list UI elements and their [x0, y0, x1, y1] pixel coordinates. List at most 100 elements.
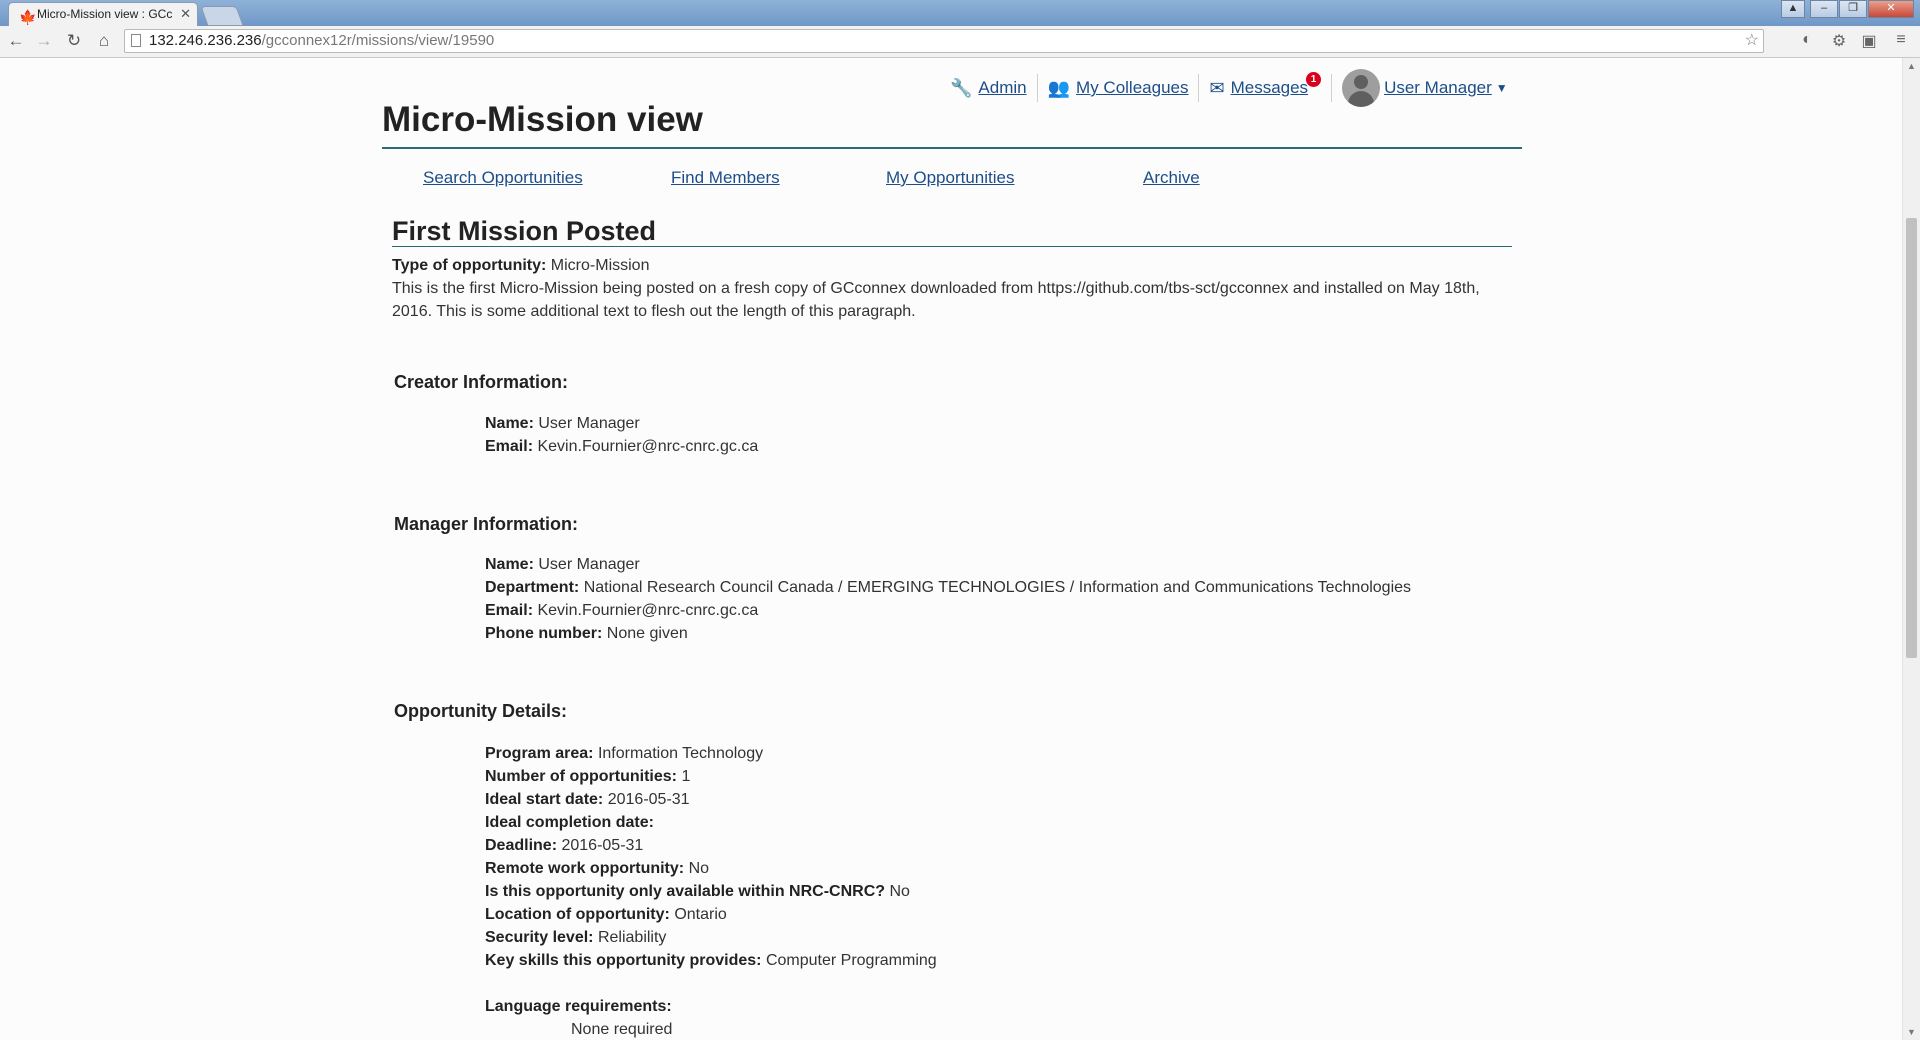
field-label: Program area:	[485, 745, 594, 762]
minimize-button[interactable]: –	[1810, 0, 1838, 18]
page-scrollbar[interactable]: ▲ ▼	[1902, 58, 1920, 1040]
creator-heading: Creator Information:	[394, 372, 569, 392]
manager-fields: Name: User Manager Department: National …	[485, 553, 1411, 645]
close-window-button[interactable]: ✕	[1868, 0, 1914, 18]
field-row: Location of opportunity: Ontario	[485, 903, 937, 926]
field-value: Kevin.Fournier@nrc-cnrc.gc.ca	[537, 602, 759, 619]
address-bar[interactable]: 132.246.236.236/gcconnex12r/missions/vie…	[124, 29, 1764, 53]
browser-toolbar: ← → ↻ ⌂ 132.246.236.236/gcconnex12r/miss…	[0, 26, 1920, 58]
avatar[interactable]	[1342, 69, 1381, 107]
browser-tab-active[interactable]: 🍁 Micro-Mission view : GCc ✕	[8, 2, 198, 26]
back-arrow-icon[interactable]: ←	[4, 30, 28, 52]
page-viewport: 🔧 Admin 👥 My Colleagues ✉ Messages 1 Use…	[0, 58, 1902, 1040]
user-name-label[interactable]: User Manager	[1384, 78, 1492, 98]
field-label: Name:	[485, 556, 534, 573]
field-label: Department:	[485, 579, 580, 596]
subnav-my-opportunities[interactable]: My Opportunities	[886, 168, 1015, 188]
scroll-thumb[interactable]	[1906, 218, 1917, 658]
type-label: Type of opportunity:	[392, 257, 547, 274]
manager-heading: Manager Information:	[394, 514, 579, 534]
field-label: Security level:	[485, 929, 594, 946]
field-row: Email: Kevin.Fournier@nrc-cnrc.gc.ca	[485, 435, 758, 458]
field-value: 2016-05-31	[561, 837, 644, 854]
bookmark-star-icon[interactable]: ☆	[1745, 30, 1759, 52]
admin-link[interactable]: 🔧 Admin	[940, 74, 1037, 102]
mission-divider	[392, 246, 1512, 247]
field-label: Ideal completion date:	[485, 814, 654, 831]
field-label: Deadline:	[485, 837, 558, 854]
field-value: User Manager	[538, 415, 640, 432]
maple-leaf-icon: 🍁	[19, 9, 37, 25]
colleagues-link[interactable]: 👥 My Colleagues	[1036, 74, 1199, 102]
field-row: Department: National Research Council Ca…	[485, 576, 1411, 599]
messages-label[interactable]: Messages	[1231, 78, 1308, 98]
forward-arrow-icon[interactable]: →	[32, 30, 56, 52]
caret-down-icon[interactable]: ▼	[1496, 81, 1508, 95]
field-value: None given	[606, 625, 688, 642]
extension-icon[interactable]: ◐	[1796, 31, 1818, 49]
users-icon: 👥	[1047, 77, 1071, 98]
field-row: Name: User Manager	[485, 553, 1411, 576]
field-label: Key skills this opportunity provides:	[485, 952, 762, 969]
messages-link[interactable]: ✉ Messages 1	[1198, 71, 1331, 102]
scroll-up-arrow-icon[interactable]: ▲	[1903, 58, 1920, 74]
field-label: Email:	[485, 602, 534, 619]
url-path: /gcconnex12r/missions/view/19590	[261, 32, 495, 49]
browser-titlebar: 🍁 Micro-Mission view : GCc ✕ ▲ – ❐ ✕	[0, 0, 1920, 26]
extension-square-icon[interactable]: ▣	[1858, 31, 1880, 51]
new-tab-button[interactable]	[200, 6, 244, 26]
window-controls: ▲ – ❐ ✕	[1780, 0, 1914, 18]
user-menu[interactable]: User Manager ▼	[1331, 69, 1518, 107]
field-value: 1	[681, 768, 691, 785]
field-row: Deadline: 2016-05-31	[485, 834, 937, 857]
field-value: Ontario	[674, 906, 727, 923]
field-label: Remote work opportunity:	[485, 860, 685, 877]
language-value: None required	[571, 1021, 673, 1038]
field-label: Number of opportunities:	[485, 768, 677, 785]
field-label: Ideal start date:	[485, 791, 604, 808]
colleagues-label[interactable]: My Colleagues	[1076, 78, 1188, 98]
field-value: Kevin.Fournier@nrc-cnrc.gc.ca	[537, 438, 759, 455]
menu-icon[interactable]: ≡	[1890, 31, 1912, 49]
tab-close-icon[interactable]: ✕	[180, 3, 191, 25]
scroll-down-arrow-icon[interactable]: ▼	[1903, 1024, 1920, 1040]
subnav-search-opportunities[interactable]: Search Opportunities	[423, 168, 583, 188]
details-fields: Program area: Information Technology Num…	[485, 742, 937, 1040]
profile-icon[interactable]: ▲	[1781, 0, 1805, 18]
field-row: Ideal start date: 2016-05-31	[485, 788, 937, 811]
page-icon	[131, 34, 141, 47]
admin-label[interactable]: Admin	[978, 78, 1026, 98]
field-row: Is this opportunity only available withi…	[485, 880, 937, 903]
field-row: Key skills this opportunity provides: Co…	[485, 949, 937, 972]
messages-badge: 1	[1306, 71, 1322, 87]
mission-content: Type of opportunity: Micro-Mission This …	[392, 254, 1512, 1038]
mission-title: First Mission Posted	[392, 216, 657, 246]
field-value: Computer Programming	[765, 952, 937, 969]
field-row: Name: User Manager	[485, 412, 758, 435]
language-label: Language requirements:	[485, 998, 672, 1015]
tab-title: Micro-Mission view : GCc	[37, 7, 173, 21]
field-value: Information Technology	[597, 745, 764, 762]
type-value: Micro-Mission	[550, 257, 650, 274]
field-row: Program area: Information Technology	[485, 742, 937, 765]
field-label: Name:	[485, 415, 534, 432]
field-row: Ideal completion date:	[485, 811, 937, 834]
field-label: Location of opportunity:	[485, 906, 670, 923]
field-value: No	[889, 883, 910, 900]
field-value: 2016-05-31	[607, 791, 690, 808]
opportunity-type: Type of opportunity: Micro-Mission	[392, 254, 1512, 277]
mission-description: This is the first Micro-Mission being po…	[392, 280, 1480, 320]
subnav-archive[interactable]: Archive	[1143, 168, 1200, 188]
user-toolbar: 🔧 Admin 👥 My Colleagues ✉ Messages 1 Use…	[940, 68, 1518, 108]
reload-icon[interactable]: ↻	[62, 30, 86, 52]
field-value: Reliability	[597, 929, 667, 946]
field-label: Phone number:	[485, 625, 603, 642]
field-value: No	[688, 860, 710, 877]
subnav-find-members[interactable]: Find Members	[671, 168, 780, 188]
home-icon[interactable]: ⌂	[92, 30, 116, 52]
gear-icon[interactable]: ⚙	[1828, 31, 1850, 51]
wrench-icon: 🔧	[950, 77, 973, 98]
subnav: Search Opportunities Find Members My Opp…	[382, 168, 1282, 194]
restore-button[interactable]: ❐	[1839, 0, 1867, 18]
field-label: Is this opportunity only available withi…	[485, 883, 886, 900]
